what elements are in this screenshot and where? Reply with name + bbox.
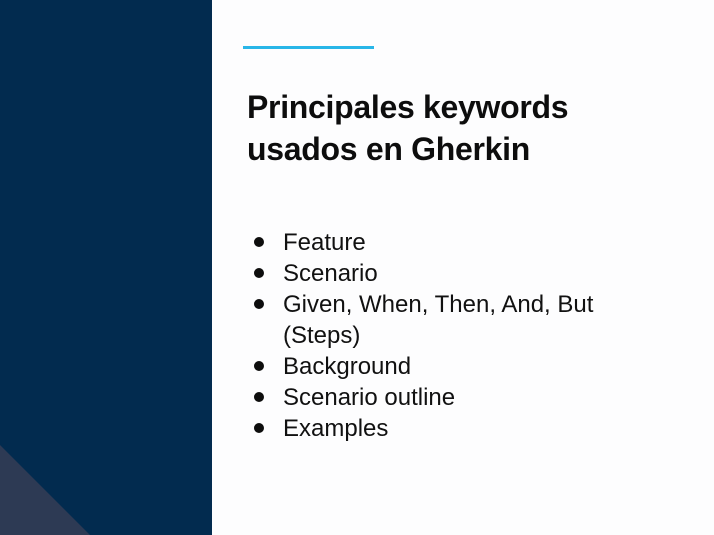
list-item: Feature xyxy=(254,227,663,258)
list-item: Examples xyxy=(254,413,663,444)
list-item: Given, When, Then, And, But (Steps) xyxy=(254,289,663,351)
list-item-text: Background xyxy=(283,353,412,380)
list-item: Scenario outline xyxy=(254,382,663,413)
title-line-2: usados en Gherkin xyxy=(247,131,530,167)
list-item-text: Scenario xyxy=(283,260,378,287)
bullet-icon xyxy=(254,423,264,433)
bullet-icon xyxy=(254,268,264,278)
list-item: Background xyxy=(254,351,663,382)
sidebar-panel xyxy=(0,0,212,535)
list-item-text: Scenario outline xyxy=(283,384,456,411)
list-item-text: Feature xyxy=(283,229,366,256)
list-item-text: Given, When, Then, And, But (Steps) xyxy=(283,291,594,349)
title-line-1: Principales keywords xyxy=(247,89,569,125)
keyword-list: Feature Scenario Given, When, Then, And,… xyxy=(254,227,663,444)
bullet-icon xyxy=(254,392,264,402)
bullet-icon xyxy=(254,237,264,247)
list-item-text: Examples xyxy=(283,415,389,442)
accent-line xyxy=(243,46,374,49)
decorative-triangle xyxy=(0,445,90,535)
slide-title: Principales keywords usados en Gherkin xyxy=(247,86,569,170)
list-item: Scenario xyxy=(254,258,663,289)
bullet-icon xyxy=(254,361,264,371)
bullet-icon xyxy=(254,299,264,309)
